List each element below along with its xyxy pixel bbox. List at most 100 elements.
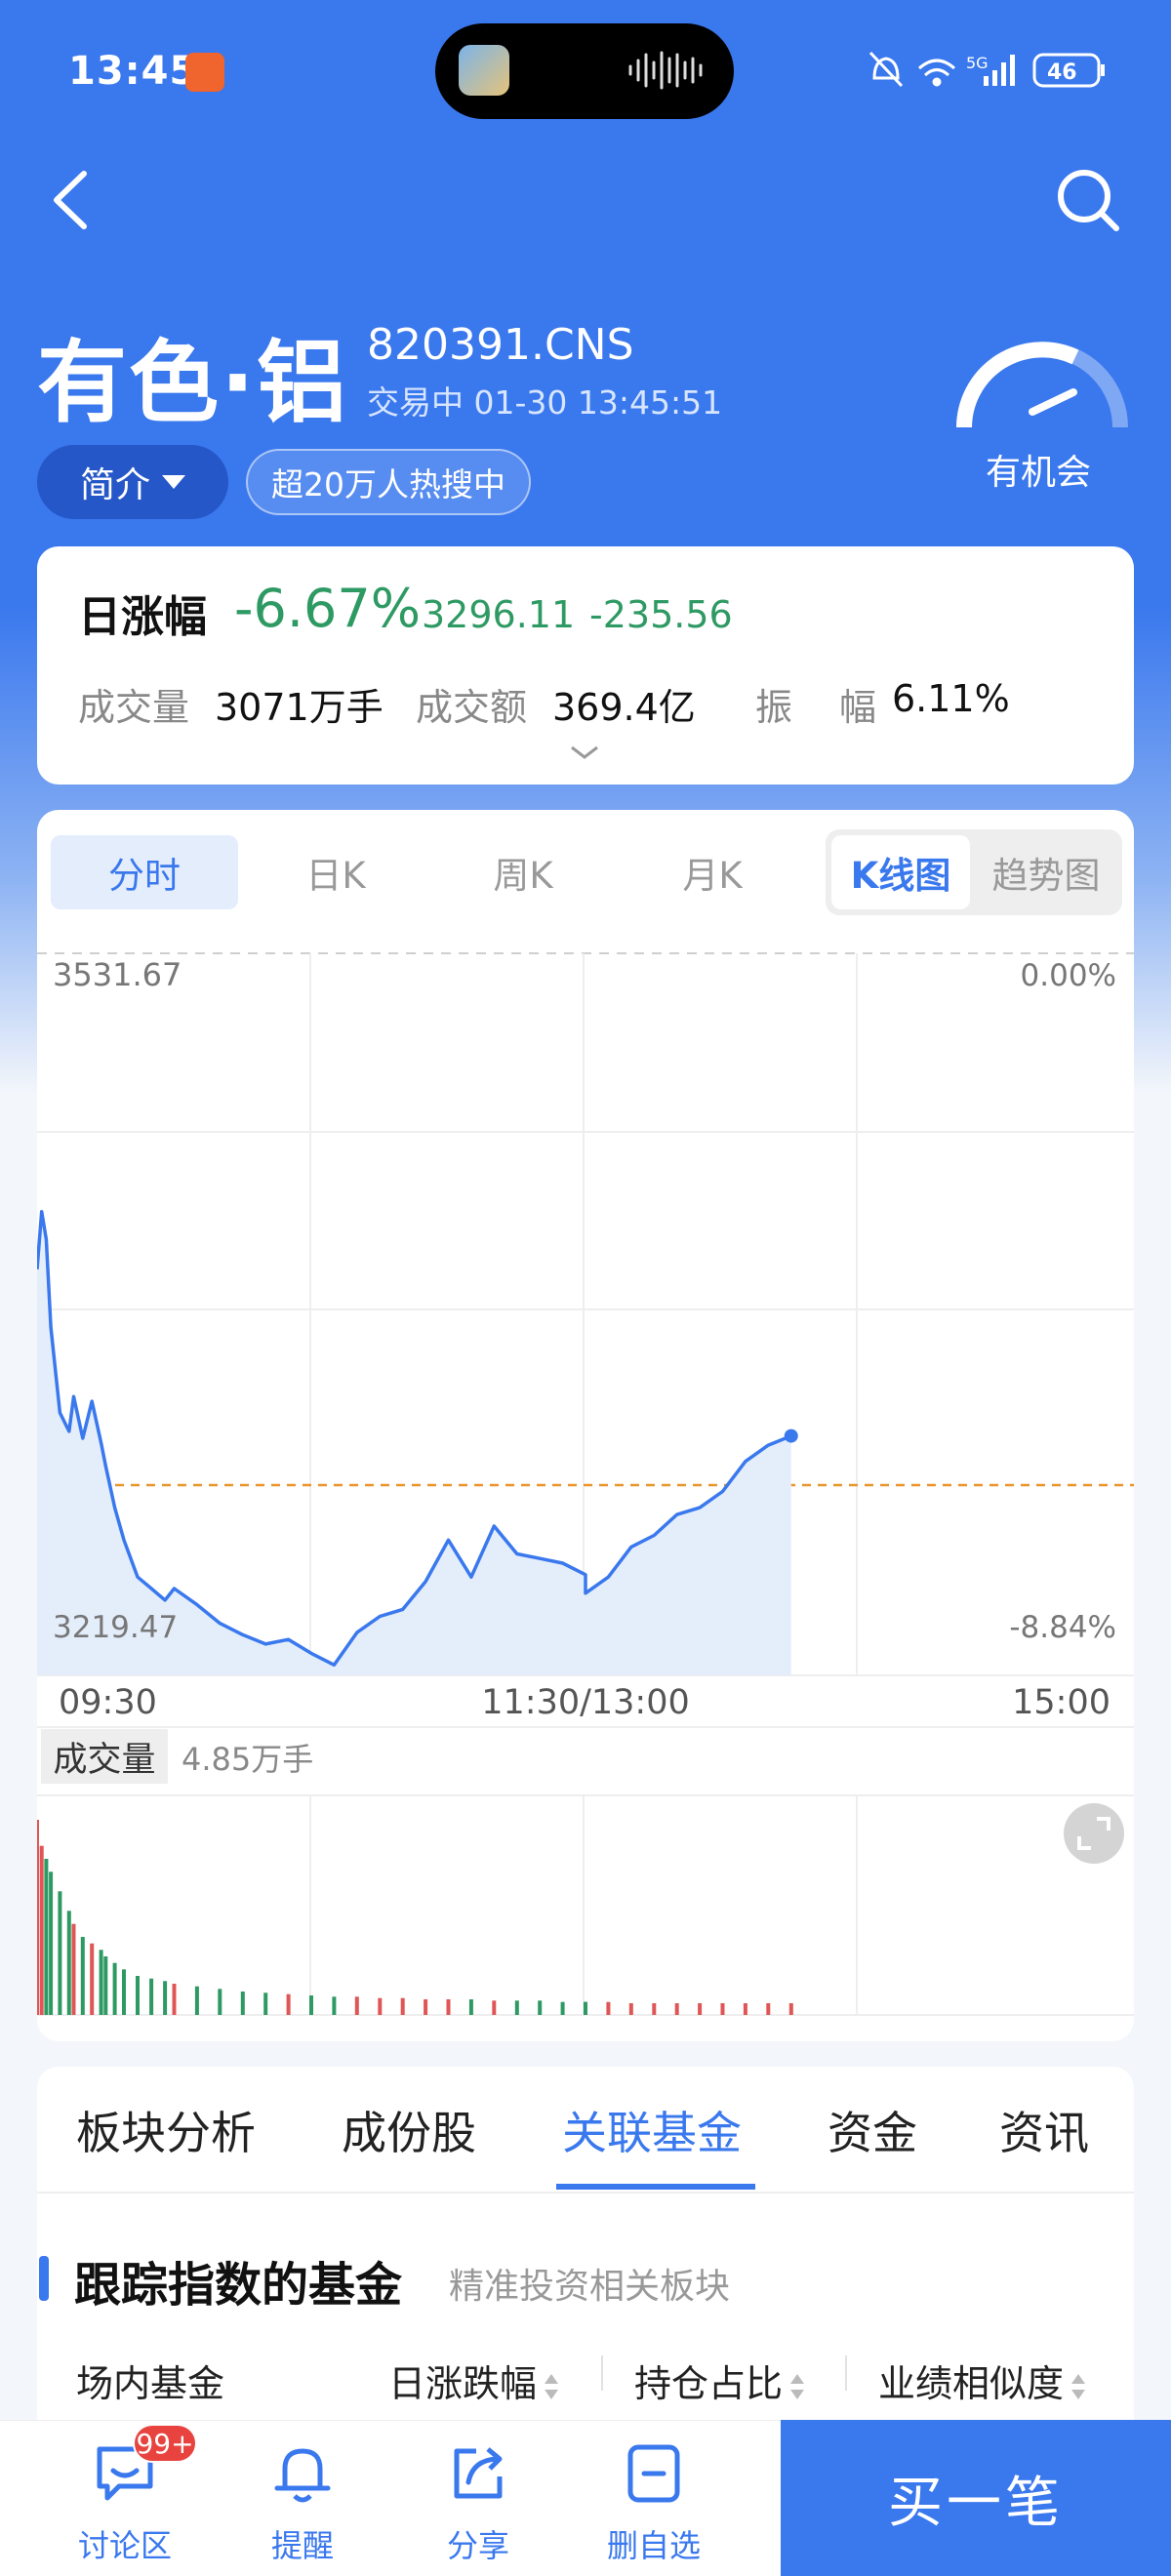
back-icon[interactable]	[47, 166, 96, 234]
trade-status: 交易中 01-30 13:45:51	[367, 383, 723, 422]
price-area	[37, 1211, 791, 1675]
tab-capital[interactable]: 资金	[828, 2098, 917, 2162]
pct-axis-bottom: -8.84%	[1009, 1610, 1116, 1645]
section-subtitle: 精准投资相关板块	[449, 2267, 731, 2307]
y-axis-top: 3531.67	[53, 956, 182, 993]
remove-watchlist-icon	[627, 2444, 680, 2503]
intro-dropdown-button[interactable]: 简介	[37, 445, 228, 519]
volume-label: 成交量	[78, 686, 190, 729]
sort-icon	[545, 2373, 559, 2399]
bell-icon	[274, 2448, 331, 2503]
volume-bar	[37, 1820, 39, 2015]
pct-axis-top: 0.00%	[1021, 958, 1116, 993]
volume-bar	[606, 2001, 611, 2015]
status-icons: 5G 46	[868, 51, 1105, 88]
status-time: 13:45	[68, 49, 198, 94]
volume-bar	[39, 1845, 44, 2015]
volume-bar	[309, 1995, 313, 2015]
volume-bar	[698, 2003, 703, 2015]
y-axis-bottom: 3219.47	[53, 1610, 178, 1645]
column-similarity[interactable]: 业绩相似度	[878, 2354, 1087, 2407]
search-icon[interactable]	[1054, 166, 1122, 234]
volume-bar	[90, 1943, 95, 2015]
tab-monthly-k[interactable]: 月K	[619, 835, 806, 909]
volume-tag: 成交量	[41, 1729, 168, 1784]
volume-bar	[628, 2003, 633, 2015]
fullscreen-icon[interactable]	[1064, 1803, 1124, 1864]
volume-bar	[263, 1992, 268, 2015]
volume-bar	[743, 2003, 747, 2015]
tab-intraday[interactable]: 分时	[51, 835, 238, 909]
volume-bar	[354, 1996, 359, 2015]
share-button[interactable]: 分享	[410, 2437, 546, 2566]
volume-bar	[492, 2000, 497, 2015]
volume-bar	[163, 1981, 168, 2015]
gauge-label[interactable]: 有机会	[986, 444, 1091, 495]
kline-mode-button[interactable]: K线图	[831, 835, 970, 909]
volume-bar	[71, 1923, 76, 2015]
volume-bar	[44, 1859, 49, 2015]
media-thumbnail	[459, 45, 509, 96]
volume-bar	[424, 1999, 428, 2015]
volume-bar	[674, 2003, 679, 2015]
intro-label: 简介	[79, 465, 150, 505]
volume-bar	[538, 2000, 543, 2015]
amount-label: 成交额	[416, 686, 528, 729]
x-axis-end: 15:00	[1012, 1683, 1110, 1722]
opportunity-gauge-icon[interactable]	[949, 330, 1136, 437]
tab-constituents[interactable]: 成份股	[342, 2098, 476, 2162]
remove-watchlist-button[interactable]: 删自选	[586, 2437, 722, 2566]
volume-bar	[766, 2003, 771, 2015]
current-price: 3296.11	[422, 593, 576, 636]
volume-bar	[332, 1996, 337, 2015]
amplitude-value: 6.11%	[892, 677, 1010, 720]
volume-bar	[49, 1872, 54, 2015]
buy-button[interactable]: 买一笔	[781, 2420, 1171, 2576]
audio-wave-icon	[628, 51, 703, 90]
discussion-label: 讨论区	[77, 2527, 172, 2564]
tab-news[interactable]: 资讯	[999, 2098, 1089, 2162]
volume-bar	[122, 1969, 126, 2015]
volume-bar	[80, 1937, 85, 2015]
column-daily-change-label: 日涨跌幅	[388, 2362, 538, 2405]
column-holding-ratio[interactable]: 持仓占比	[634, 2354, 806, 2407]
column-similarity-label: 业绩相似度	[878, 2362, 1065, 2405]
volume-bar	[584, 2001, 587, 2015]
index-code: 820391.CNS	[367, 320, 634, 370]
volume-bar	[172, 1984, 177, 2015]
volume-bar	[286, 1993, 291, 2015]
hot-search-tag[interactable]: 超20万人热搜中	[246, 449, 531, 515]
intraday-chart[interactable]: 3531.67 0.00% 3219.47 -8.84% 09:30 11:30…	[37, 937, 1134, 2039]
trend-mode-button[interactable]: 趋势图	[974, 835, 1118, 909]
section-title: 跟踪指数的基金	[74, 2258, 403, 2313]
notification-badge: 99+	[133, 2424, 197, 2463]
tab-weekly-k[interactable]: 周K	[429, 835, 617, 909]
expand-chevron-icon[interactable]	[568, 742, 601, 763]
tab-sector-analysis[interactable]: 板块分析	[76, 2098, 256, 2162]
sort-icon	[1071, 2373, 1086, 2399]
reminder-button[interactable]: 提醒	[234, 2437, 371, 2566]
price-change: -235.56	[589, 593, 733, 636]
column-onexchange-fund: 场内基金	[76, 2362, 225, 2405]
column-daily-change[interactable]: 日涨跌幅	[388, 2354, 560, 2407]
volume-bar	[788, 2003, 793, 2015]
volume-bar	[514, 2000, 519, 2015]
share-label: 分享	[446, 2527, 509, 2564]
tab-daily-k[interactable]: 日K	[242, 835, 429, 909]
x-axis-start: 09:30	[59, 1683, 157, 1722]
volume-bars	[37, 1820, 793, 2015]
tab-related-funds[interactable]: 关联基金	[562, 2098, 742, 2162]
caret-down-icon	[162, 475, 185, 489]
column-separator	[845, 2355, 847, 2391]
reminder-label: 提醒	[270, 2527, 334, 2564]
daily-change-pct: -6.67%	[234, 578, 422, 639]
volume-bar	[58, 1891, 62, 2015]
volume-bar	[720, 2003, 725, 2015]
volume-bar	[99, 1950, 103, 2015]
volume-bar	[240, 1992, 245, 2015]
amplitude-label-1: 振	[755, 686, 793, 729]
amount-value: 369.4亿	[552, 686, 696, 729]
volume-bar	[378, 1997, 383, 2015]
volume-bar	[136, 1976, 140, 2015]
notification-app-icon	[185, 53, 224, 92]
